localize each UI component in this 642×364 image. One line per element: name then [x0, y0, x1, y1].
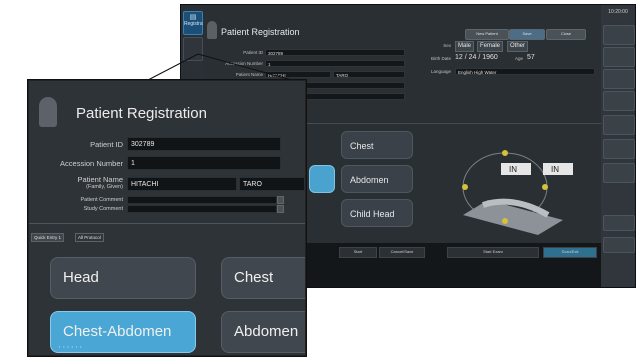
protocol-sub-indicators: ▪ ▪ ▪ ▪ ▪ ▪	[59, 345, 83, 349]
zoom-callout: Patient Registration Patient ID 302789 A…	[28, 80, 306, 356]
zoom-study-comment-label: Study Comment	[83, 206, 123, 212]
zoom-patient-comment-field[interactable]	[127, 196, 277, 204]
zoom-page-title: Patient Registration	[76, 105, 207, 122]
tab-all-protocol[interactable]: All Protocol	[75, 233, 104, 242]
protocol-head-button[interactable]: Head	[50, 257, 196, 299]
zoom-patient-id-field[interactable]: 302789	[127, 137, 281, 151]
callout-line-1	[147, 53, 199, 81]
patient-comment-expand-icon[interactable]	[277, 196, 284, 204]
study-comment-expand-icon[interactable]	[277, 205, 284, 213]
protocol-chest-abdomen-label: Chest-Abdomen	[63, 323, 172, 340]
zoom-accession-field[interactable]: 1	[127, 156, 281, 170]
patient-avatar-icon	[39, 97, 57, 127]
zoom-accession-label: Accession Number	[60, 159, 123, 168]
zoom-patient-name-sub: (Family, Given)	[86, 184, 123, 190]
zoom-family-name-field[interactable]: HITACHI	[127, 177, 237, 191]
protocol-abdomen-button[interactable]: Abdomen	[221, 311, 305, 353]
protocol-chest-button[interactable]: Chest	[221, 257, 305, 299]
zoom-study-comment-field[interactable]	[127, 205, 277, 213]
zoom-patient-id-label: Patient ID	[90, 140, 123, 149]
zoom-given-name-field[interactable]: TARO	[239, 177, 305, 191]
protocol-chest-abdomen-button[interactable]: Chest-Abdomen ▪ ▪ ▪ ▪ ▪ ▪	[50, 311, 196, 353]
tab-quick-entry-1[interactable]: Quick Entry 1	[31, 233, 65, 242]
zoom-divider	[29, 223, 305, 224]
zoom-patient-comment-label: Patient Comment	[80, 197, 124, 203]
zoom-patient-name-label: Patient Name	[77, 175, 123, 184]
